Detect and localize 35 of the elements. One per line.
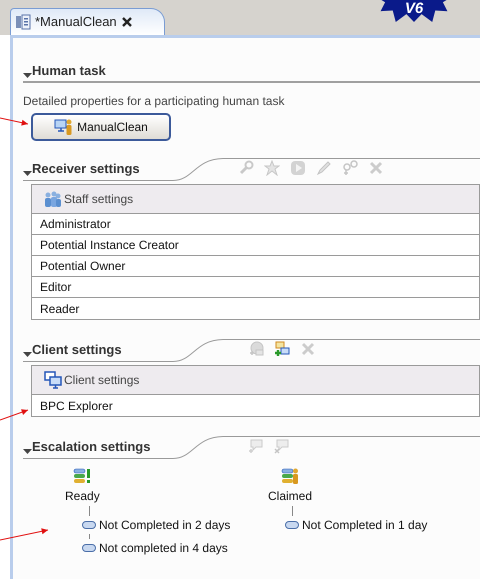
human-task-button[interactable]: ManualClean <box>31 113 171 141</box>
add-client-icon[interactable] <box>274 341 290 357</box>
escalation-icon <box>82 521 96 529</box>
collapse-toggle-icon[interactable] <box>23 350 32 359</box>
column-header: Client settings <box>64 372 140 389</box>
section-title: Escalation settings <box>32 438 150 456</box>
escalation-item[interactable]: Not Completed in 1 day <box>285 516 428 534</box>
escalation-icon <box>285 521 299 529</box>
escalation-item[interactable]: Not completed in 4 days <box>82 539 268 557</box>
annotation-arrow <box>0 118 28 126</box>
claimed-state-icon <box>281 467 299 485</box>
escalation-label: Not completed in 4 days <box>99 540 228 557</box>
collapse-toggle-icon[interactable] <box>23 169 32 178</box>
column-header: Staff settings <box>64 191 134 208</box>
section-description: Detailed properties for a participating human task <box>23 93 286 110</box>
tab-title: *ManualClean <box>35 13 117 32</box>
escalation-label: Not Completed in 2 days <box>99 517 230 534</box>
ready-state-icon <box>73 467 92 485</box>
document-icon <box>15 14 31 30</box>
escalation-label: Not Completed in 1 day <box>302 517 428 534</box>
people-icon <box>44 190 62 208</box>
collapse-toggle-icon[interactable] <box>23 447 32 456</box>
annotation-arrow <box>0 528 48 540</box>
section-title: Client settings <box>32 340 122 359</box>
state-label: Claimed <box>268 488 312 505</box>
section-title: Receiver settings <box>32 160 140 178</box>
monitors-icon <box>44 371 62 389</box>
annotation-arrow <box>0 409 28 420</box>
escalation-icon <box>82 544 96 552</box>
close-icon[interactable] <box>120 16 133 28</box>
section-title: Human task <box>32 62 106 80</box>
state-label: Ready <box>65 488 100 505</box>
computer-user-icon <box>54 118 74 136</box>
editor-tab[interactable]: *ManualClean <box>10 8 165 35</box>
escalation-item[interactable]: Not Completed in 2 days <box>82 516 268 534</box>
